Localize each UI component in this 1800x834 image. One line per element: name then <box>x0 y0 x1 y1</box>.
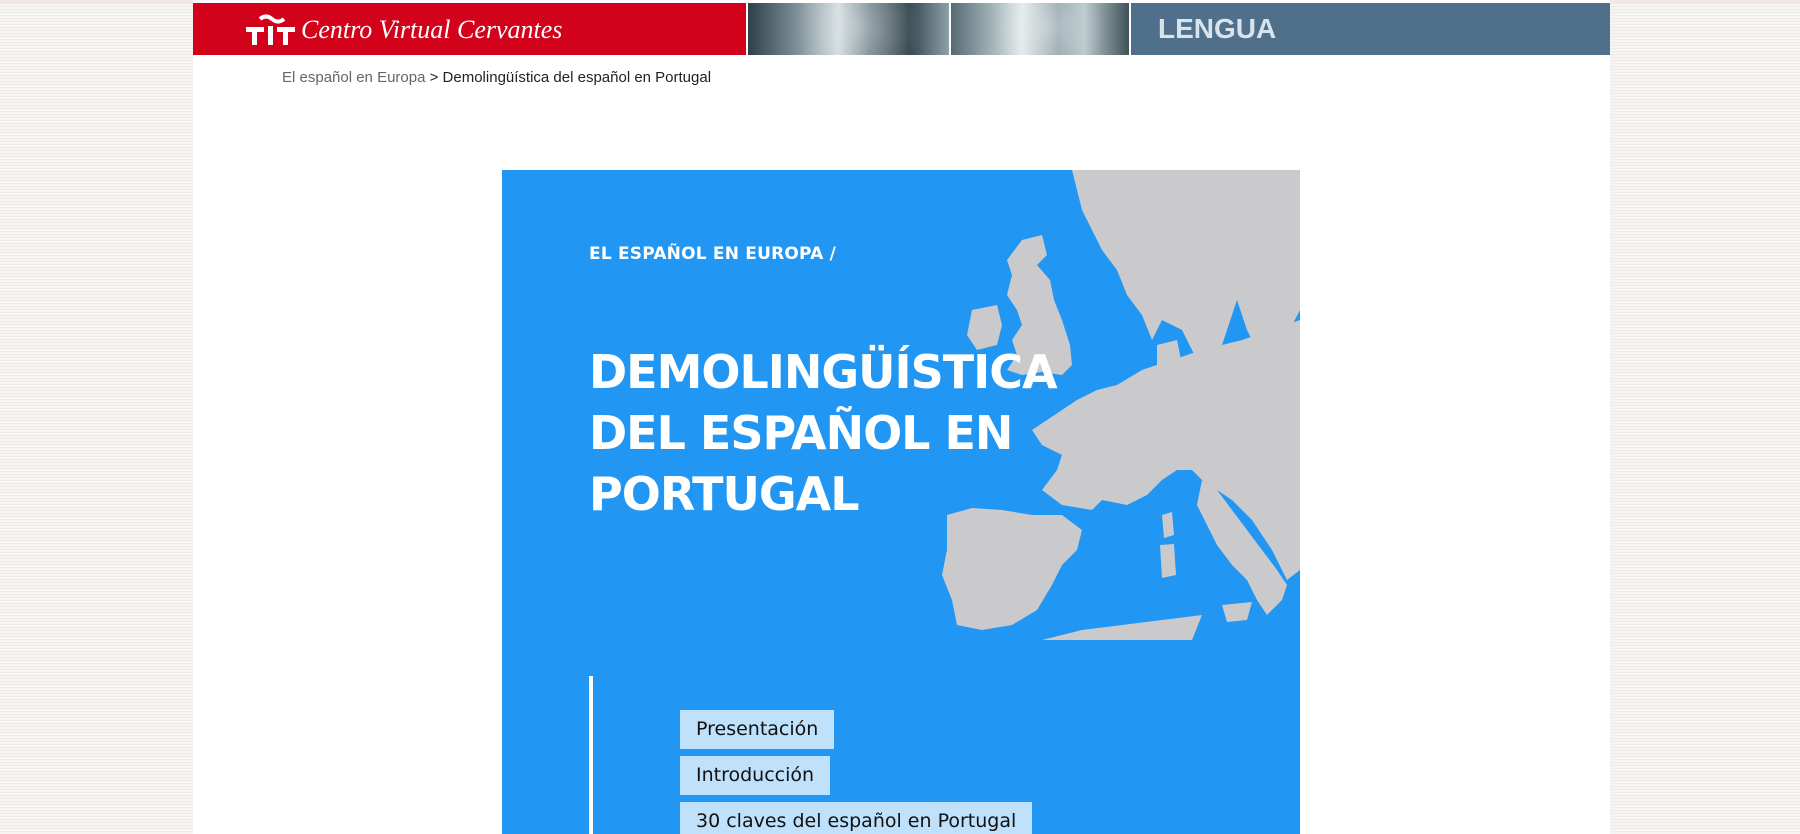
breadcrumb-current: Demolingüística del español en Portugal <box>442 69 712 86</box>
cover-vertical-rule <box>589 676 593 834</box>
breadcrumb: El español en Europa > Demolingüística d… <box>282 69 711 86</box>
menu-item-30-claves[interactable]: 30 claves del español en Portugal <box>680 802 1033 834</box>
cover-title-line: PORTUGAL <box>589 467 860 521</box>
cover-title-line: DEMOLINGÜÍSTICA <box>589 345 1058 399</box>
site-logo[interactable]: Centro Virtual Cervantes <box>193 3 746 55</box>
cover-kicker: EL ESPAÑOL EN EUROPA / <box>589 244 837 264</box>
breadcrumb-separator: > <box>429 69 439 86</box>
cover-title: DEMOLINGÜÍSTICA DEL ESPAÑOL EN PORTUGAL <box>589 342 1089 525</box>
site-header: Centro Virtual Cervantes LENGUA <box>193 3 1610 55</box>
cover-menu: Presentación Introducción 30 claves del … <box>680 710 1033 834</box>
header-image-column <box>951 3 1129 55</box>
cervantes-logo-icon <box>246 14 295 45</box>
header-image-sculpture <box>748 3 949 55</box>
page-container: Centro Virtual Cervantes LENGUA El españ… <box>193 0 1610 834</box>
breadcrumb-link-europa[interactable]: El español en Europa <box>282 69 425 86</box>
site-name: Centro Virtual Cervantes <box>301 15 563 44</box>
menu-item-introduccion[interactable]: Introducción <box>680 756 831 795</box>
menu-item-presentacion[interactable]: Presentación <box>680 710 835 749</box>
section-label[interactable]: LENGUA <box>1131 3 1610 55</box>
publication-cover: EL ESPAÑOL EN EUROPA / DEMOLINGÜÍSTICA D… <box>502 170 1300 834</box>
cover-title-line: DEL ESPAÑOL EN <box>589 406 1013 460</box>
